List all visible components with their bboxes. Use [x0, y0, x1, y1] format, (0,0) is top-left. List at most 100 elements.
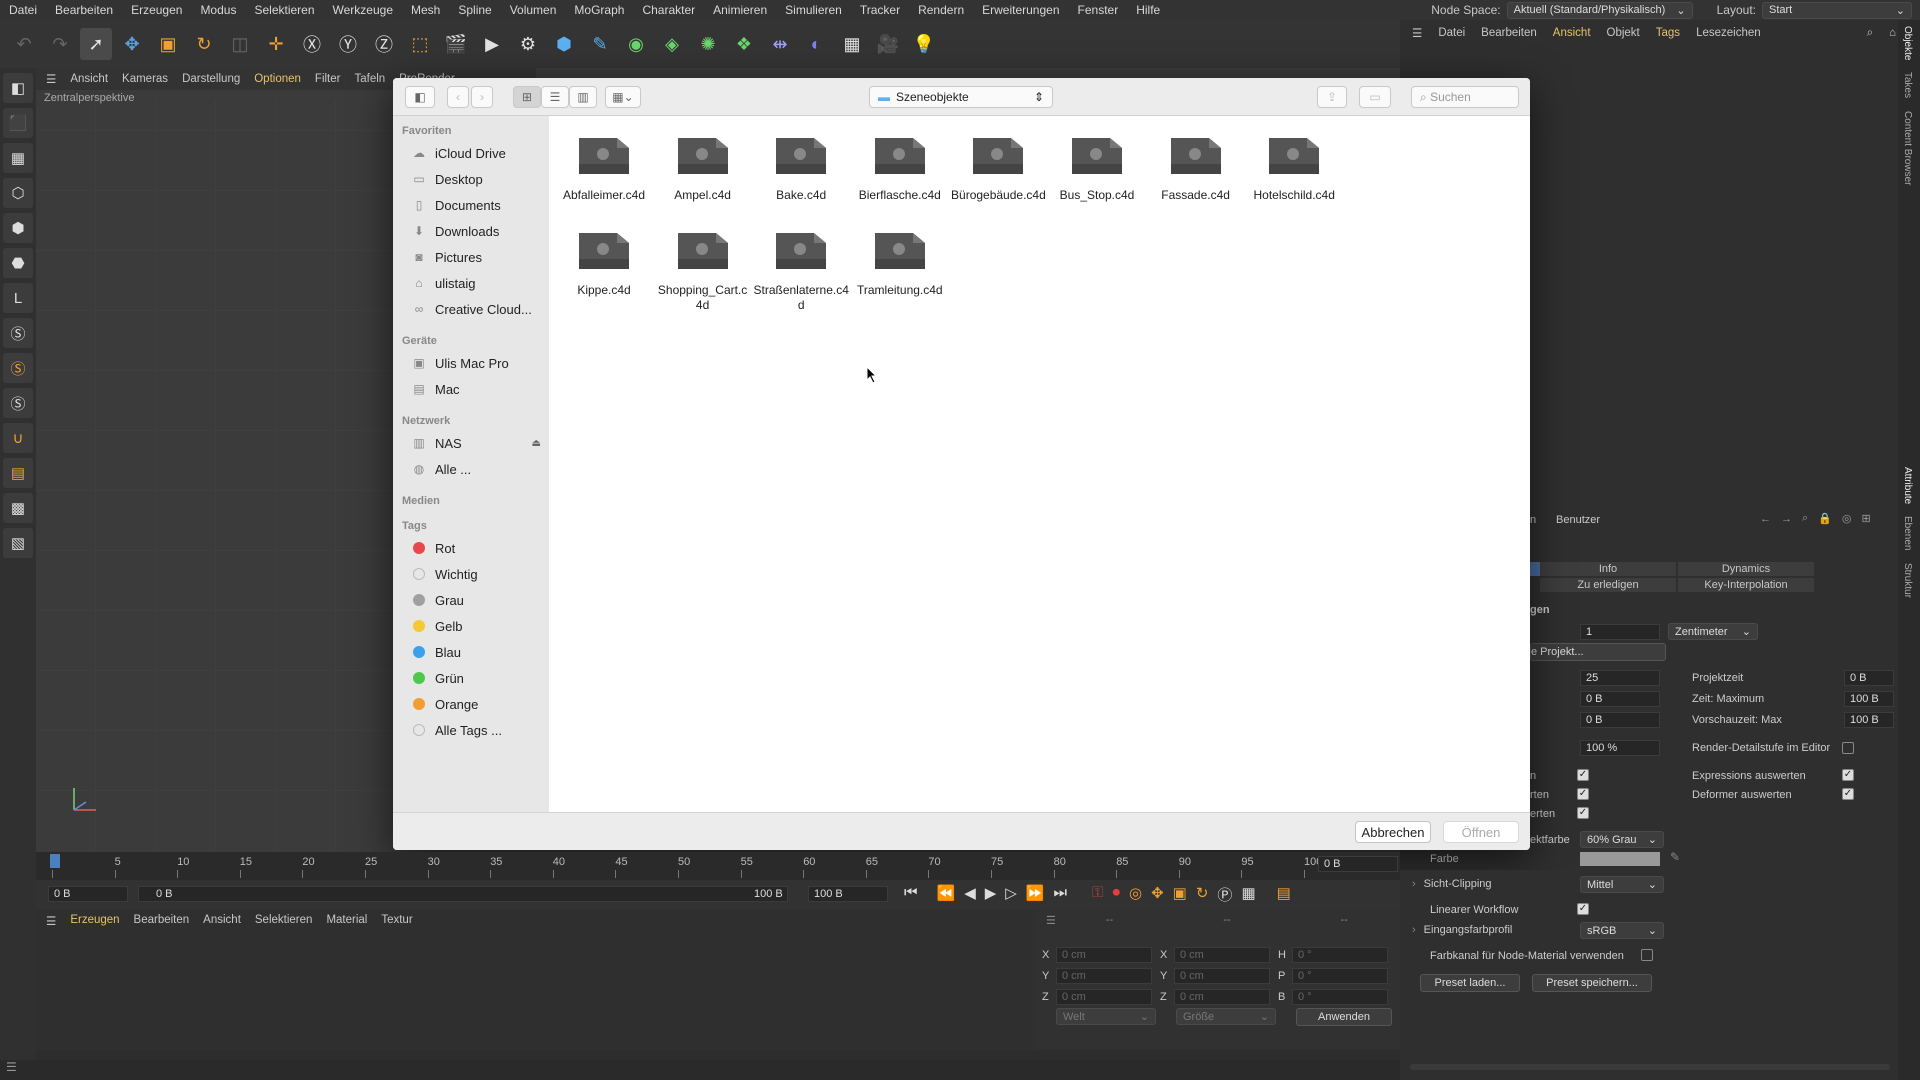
end-frame-field[interactable]: 100 B	[808, 886, 888, 902]
rotate-icon[interactable]: ↻	[188, 28, 220, 60]
tab-key-interpolation[interactable]: Key-Interpolation	[1678, 578, 1814, 592]
menu-rendern[interactable]: Rendern	[909, 0, 973, 20]
sidebar-item-desktop[interactable]: ▭ Desktop	[393, 166, 549, 192]
folder-select[interactable]: ▬ Szeneobjekte ⇕	[869, 86, 1053, 108]
file-item[interactable]: Hotelschild.c4d	[1246, 134, 1342, 203]
next-frame-icon[interactable]: ▷	[1005, 884, 1017, 905]
cube-icon[interactable]: ⬢	[548, 28, 580, 60]
key-settings-icon[interactable]: ◎	[1129, 884, 1142, 905]
tab-objekte[interactable]: Objekte	[1902, 20, 1913, 66]
share-icon[interactable]: ⇪	[1317, 86, 1347, 108]
sidebar-item-icloud[interactable]: ☁ iCloud Drive	[393, 140, 549, 166]
subdivision-icon[interactable]: ◉	[620, 28, 652, 60]
hamburger-icon[interactable]: ☰	[1046, 914, 1056, 927]
expressions-checkbox[interactable]: ✓	[1842, 769, 1854, 781]
search-icon[interactable]: ⌕	[1867, 27, 1873, 40]
tab-ebenen[interactable]: Ebenen	[1902, 510, 1913, 556]
menu-spline[interactable]: Spline	[449, 0, 500, 20]
tab-info[interactable]: Info	[1540, 562, 1676, 576]
fps-field[interactable]: 25	[1580, 670, 1660, 686]
array-icon[interactable]: ❖	[728, 28, 760, 60]
coord-field[interactable]: 0 cm	[1174, 988, 1270, 1005]
preset-save-button[interactable]: Preset speichern...	[1532, 974, 1652, 992]
file-item[interactable]: Shopping_Cart.c4d	[655, 229, 751, 313]
playhead[interactable]	[50, 854, 60, 868]
file-item[interactable]: Ampel.c4d	[655, 134, 751, 203]
coord-field[interactable]: 0 °	[1292, 967, 1388, 984]
sidebar-item-nas[interactable]: ▥ NAS ⏏	[393, 430, 549, 456]
sidebar-item-alle-netzwerk[interactable]: ◍ Alle ...	[393, 456, 549, 482]
home-icon[interactable]: ⌂	[1889, 27, 1896, 39]
vp-menu-kameras[interactable]: Kameras	[122, 73, 168, 85]
key-position-icon[interactable]: ✥	[1151, 884, 1164, 905]
keyframe-icon[interactable]: ⚿	[1092, 884, 1103, 905]
menu-charakter[interactable]: Charakter	[633, 0, 704, 20]
sidebar-toggle-icon[interactable]: ◧	[405, 86, 435, 108]
projektzeit-field[interactable]: 0 B	[1844, 670, 1894, 686]
obj-menu-objekt[interactable]: Objekt	[1607, 27, 1640, 39]
node-space-select[interactable]: Aktuell (Standard/Physikalisch) ⌄	[1506, 1, 1693, 19]
coord-field[interactable]: 0 cm	[1056, 967, 1152, 984]
key-pla-icon[interactable]: ▦	[1241, 884, 1255, 905]
linear-workflow-checkbox[interactable]: ✓	[1577, 903, 1589, 915]
attr-header-benutzer[interactable]: Benutzer	[1556, 514, 1600, 526]
menu-werkzeuge[interactable]: Werkzeuge	[324, 0, 402, 20]
coord-field[interactable]: 0 cm	[1174, 946, 1270, 963]
play-icon[interactable]: ▶	[985, 884, 997, 905]
coord-field[interactable]: 0 cm	[1174, 967, 1270, 984]
layout-select[interactable]: Start ⌄	[1762, 1, 1912, 19]
render-region-icon[interactable]: 🎬	[440, 28, 472, 60]
vp-menu-filter[interactable]: Filter	[315, 73, 341, 85]
file-item[interactable]: Straßenlaterne.c4d	[753, 229, 849, 313]
file-item[interactable]: Kippe.c4d	[556, 229, 652, 298]
axis-y-icon[interactable]: Ⓨ	[332, 28, 364, 60]
hamburger-icon[interactable]: ☰	[46, 914, 56, 928]
checkbox-2[interactable]: ✓	[1577, 788, 1589, 800]
deformer-checkbox[interactable]: ✓	[1842, 788, 1854, 800]
grid-icon[interactable]: ▧	[3, 528, 33, 558]
menu-animieren[interactable]: Animieren	[704, 0, 776, 20]
select-arrow-icon[interactable]: ➚	[80, 28, 112, 60]
unit-select[interactable]: Zentimeter ⌄	[1668, 623, 1758, 640]
file-item[interactable]: Abfalleimer.c4d	[556, 134, 652, 203]
objektfarbe-select[interactable]: 60% Grau ⌄	[1580, 831, 1664, 848]
apply-button[interactable]: Anwenden	[1296, 1008, 1392, 1026]
file-item[interactable]: Tramleitung.c4d	[852, 229, 948, 298]
search-icon[interactable]: ⌕	[1802, 512, 1808, 525]
new-window-icon[interactable]: ⊞	[1861, 512, 1870, 525]
tab-attribute[interactable]: Attribute	[1902, 461, 1913, 510]
snap-toggle-icon[interactable]: Ⓢ	[3, 388, 33, 418]
checkbox-1[interactable]: ✓	[1577, 769, 1589, 781]
menu-bearbeiten[interactable]: Bearbeiten	[46, 0, 122, 20]
field-icon[interactable]: ◐	[800, 28, 832, 60]
forward-arrow-icon[interactable]: →	[1781, 513, 1792, 525]
timeline-window-icon[interactable]: ▤	[1277, 884, 1291, 905]
menu-tracker[interactable]: Tracker	[851, 0, 909, 20]
prev-key-icon[interactable]: ⏪	[937, 884, 956, 905]
mat-menu-textur[interactable]: Textur	[381, 914, 412, 928]
snap-icon[interactable]: Ⓢ	[3, 318, 33, 348]
attr-scrollbar[interactable]	[1410, 1064, 1890, 1070]
polygons-mode-icon[interactable]: ⬣	[3, 248, 33, 278]
cancel-button[interactable]: Abbrechen	[1355, 821, 1431, 843]
light-icon[interactable]: 💡	[908, 28, 940, 60]
mat-menu-material[interactable]: Material	[326, 914, 367, 928]
sidebar-tag-item[interactable]: Orange	[393, 691, 549, 717]
sidebar-item-documents[interactable]: ▯ Documents	[393, 192, 549, 218]
coordinate-system-icon[interactable]: ⬚	[404, 28, 436, 60]
sidebar-item-pictures[interactable]: ◙ Pictures	[393, 244, 549, 270]
undo-icon[interactable]: ↶	[8, 28, 40, 60]
obj-menu-tags[interactable]: Tags	[1656, 27, 1680, 39]
key-scale-icon[interactable]: ▣	[1173, 884, 1187, 905]
menu-modus[interactable]: Modus	[191, 0, 245, 20]
coord-field[interactable]: 0 cm	[1056, 946, 1152, 963]
vp-menu-tafeln[interactable]: Tafeln	[354, 73, 385, 85]
menu-mesh[interactable]: Mesh	[402, 0, 449, 20]
coord-field[interactable]: 0 cm	[1056, 988, 1152, 1005]
menu-hilfe[interactable]: Hilfe	[1127, 0, 1169, 20]
render-detail-checkbox[interactable]	[1842, 742, 1854, 754]
key-rotation-icon[interactable]: ↻	[1196, 884, 1209, 905]
prev-frame-icon[interactable]: ◀	[964, 884, 976, 905]
vorschau-max-field[interactable]: 100 B	[1844, 712, 1894, 728]
vp-menu-darstellung[interactable]: Darstellung	[182, 73, 240, 85]
